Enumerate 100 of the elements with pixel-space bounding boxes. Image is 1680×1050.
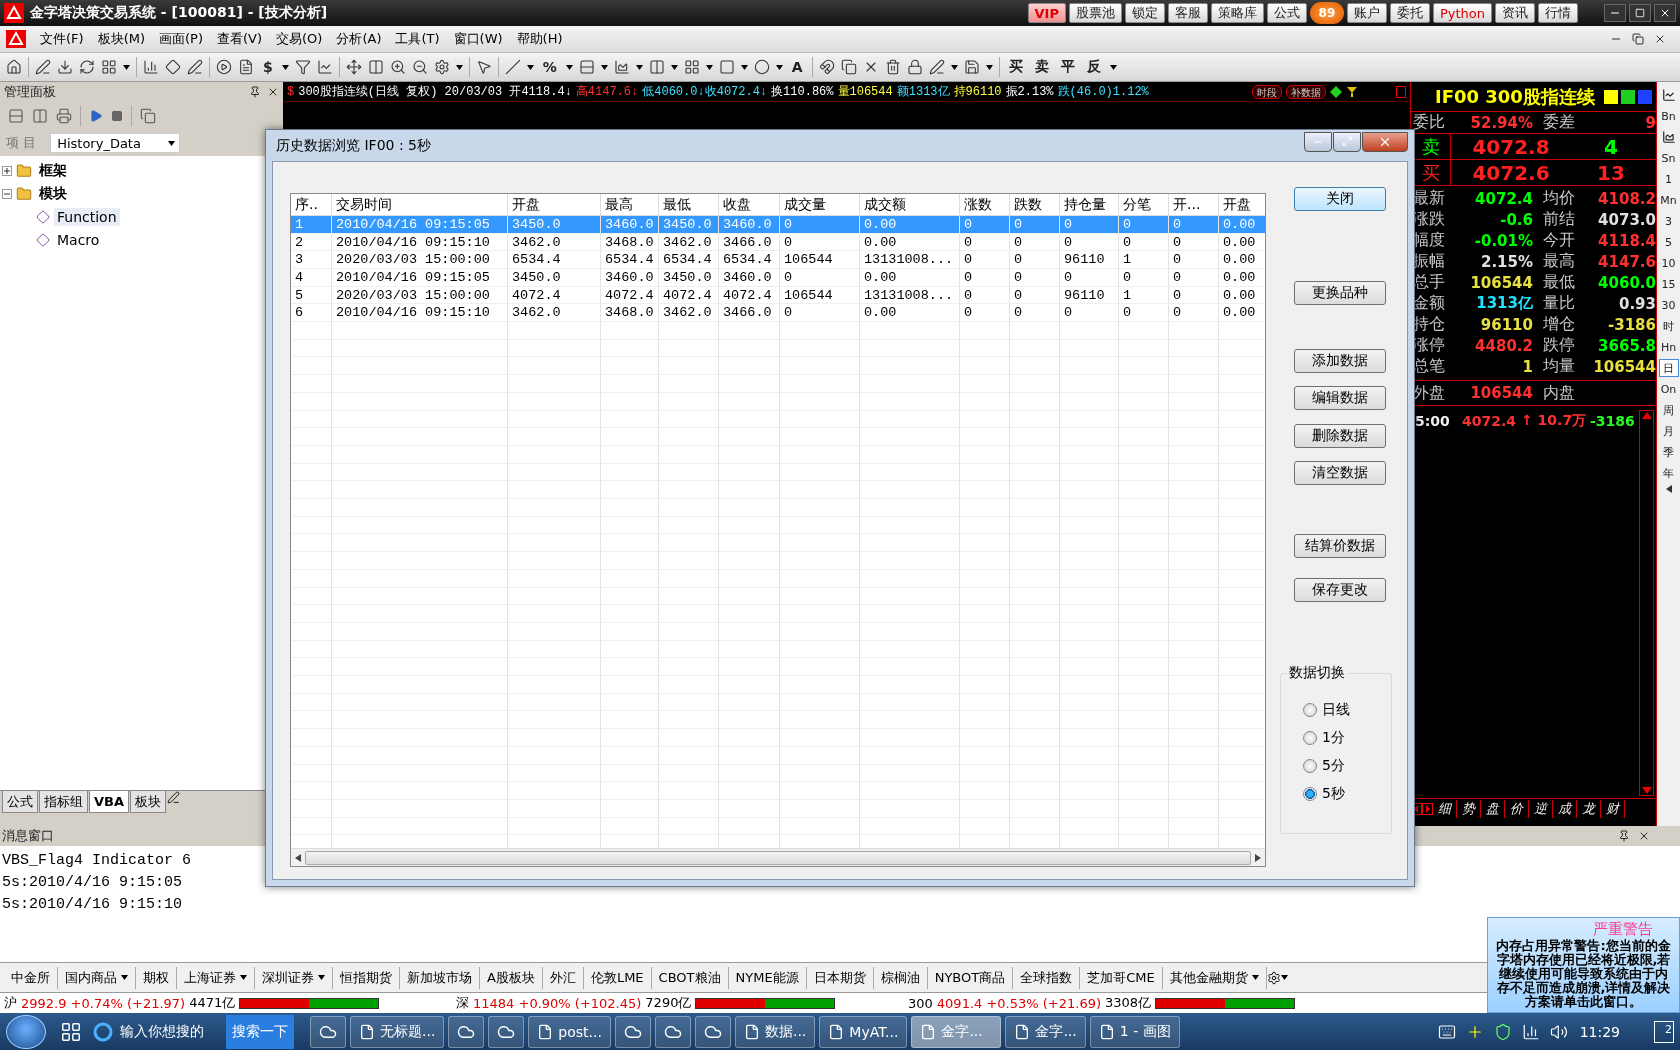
market-tab[interactable]: 日本期货 <box>806 966 874 989</box>
toolbar-button[interactable]: 锁定 <box>1124 3 1165 23</box>
toolbar-button[interactable]: 公式 <box>1266 3 1307 23</box>
radio-icon[interactable] <box>1303 703 1317 717</box>
notification-count[interactable]: 2 <box>1654 1020 1674 1043</box>
caret-icon[interactable] <box>1251 975 1259 980</box>
market-tab[interactable]: CBOT粮油 <box>651 966 729 989</box>
taskbar-app[interactable]: 数据... <box>734 1015 816 1048</box>
period-button[interactable]: 月 <box>1658 422 1679 440</box>
period-button[interactable]: Bn <box>1658 107 1679 125</box>
warning-popup[interactable]: 严重警告 内存占用异常警告:您当前的金字塔内存使用已经将近极限,若继续使用可能导致系统由于内存不足而造成崩溃,详情及解决方案请单击此窗口。 <box>1487 917 1680 1013</box>
taskbar-button[interactable] <box>488 1015 525 1048</box>
caret-icon[interactable] <box>670 64 678 70</box>
dialog-button[interactable]: 保存更改 <box>1294 578 1386 602</box>
menu-item[interactable]: 工具(T) <box>395 30 440 48</box>
period-button[interactable]: On <box>1658 380 1679 398</box>
maximize-button[interactable] <box>1629 4 1651 22</box>
panel-tab[interactable]: 指标组 <box>39 791 88 813</box>
flash-icon[interactable] <box>1621 89 1635 104</box>
scroll-left-icon[interactable] <box>295 853 301 862</box>
period-button[interactable]: 时 <box>1658 317 1679 335</box>
dialog-button[interactable]: 删除数据 <box>1294 424 1386 448</box>
radio-icon[interactable] <box>1303 731 1317 745</box>
settings-icon[interactable] <box>1266 970 1281 985</box>
radio-option[interactable]: 1分 <box>1303 728 1391 748</box>
menu-item[interactable]: 板块(M) <box>97 30 145 48</box>
close-icon[interactable] <box>1654 33 1666 45</box>
menu-item[interactable]: 窗口(W) <box>453 30 503 48</box>
keyboard-icon[interactable] <box>1437 1022 1456 1041</box>
market-tab[interactable]: NYBOT商品 <box>927 966 1014 989</box>
caret-icon[interactable] <box>455 64 463 70</box>
taskbar-button[interactable] <box>694 1015 731 1048</box>
search-button[interactable]: 搜索一下 <box>226 1014 294 1049</box>
refresh-icon[interactable] <box>79 59 95 75</box>
dialog-button[interactable]: 添加数据 <box>1294 349 1386 373</box>
radio-option[interactable]: 5秒 <box>1303 784 1391 804</box>
toolbar-button[interactable]: 客服 <box>1167 3 1208 23</box>
tree-item[interactable]: 模块 <box>36 183 70 204</box>
minimize-button[interactable] <box>1304 131 1332 152</box>
period-button[interactable]: 3 <box>1658 212 1679 230</box>
radio-option[interactable]: 5分 <box>1303 756 1391 776</box>
period-button[interactable]: 周 <box>1658 401 1679 419</box>
quote-tab[interactable]: 盘 <box>1481 799 1505 818</box>
close-button[interactable] <box>1362 131 1408 152</box>
caret-icon[interactable] <box>240 975 247 980</box>
bar-chart-icon[interactable] <box>143 59 159 75</box>
columns-icon[interactable] <box>367 59 384 75</box>
minus-icon[interactable] <box>2 188 12 199</box>
move-icon[interactable] <box>345 59 362 75</box>
currency-button[interactable]: $ <box>260 59 276 75</box>
percent-button[interactable]: % <box>539 59 560 75</box>
scroll-right-icon[interactable] <box>1255 853 1261 862</box>
dialog-button[interactable]: 关闭 <box>1294 187 1386 211</box>
menu-item[interactable]: 分析(A) <box>336 30 382 48</box>
market-tab[interactable]: 外汇 <box>542 966 584 989</box>
trade-button[interactable]: 反 <box>1083 58 1104 76</box>
line-chart-icon[interactable] <box>1661 88 1676 102</box>
toolbar-button[interactable]: 股票池 <box>1068 3 1122 23</box>
print-icon[interactable] <box>56 108 72 124</box>
shield-icon[interactable] <box>1493 1022 1512 1041</box>
toolbar-button[interactable]: Python <box>1432 3 1492 23</box>
pen-icon[interactable] <box>35 59 51 75</box>
caret-icon[interactable] <box>526 64 534 70</box>
menu-item[interactable]: 查看(V) <box>217 30 263 48</box>
color-icon[interactable] <box>928 59 945 75</box>
quote-tab[interactable]: 龙 <box>1577 799 1601 818</box>
trash-icon[interactable] <box>884 59 901 75</box>
caret-icon[interactable] <box>950 64 958 70</box>
pin-icon[interactable] <box>249 86 261 98</box>
columns-icon[interactable] <box>32 108 48 124</box>
volume-icon[interactable] <box>1549 1022 1568 1041</box>
panel-tab[interactable]: 板块 <box>130 791 167 813</box>
scrollbar[interactable] <box>1639 410 1654 796</box>
menu-item[interactable]: 交易(O) <box>276 30 323 48</box>
caret-icon[interactable] <box>985 64 993 70</box>
caret-icon[interactable] <box>740 64 748 70</box>
caret-icon[interactable] <box>565 64 573 70</box>
market-tab[interactable]: 新加坡市场 <box>400 966 480 989</box>
caret-icon[interactable] <box>775 64 783 70</box>
caret-icon[interactable] <box>1280 975 1288 980</box>
panel-tab[interactable]: VBA <box>89 791 130 813</box>
taskbar-button[interactable] <box>448 1015 485 1048</box>
data-select[interactable]: History_Data <box>50 133 181 153</box>
rectangle-icon[interactable] <box>718 59 735 75</box>
caret-icon[interactable] <box>281 64 289 70</box>
diamond-icon[interactable] <box>165 59 181 75</box>
zoom-out-icon[interactable] <box>411 59 428 75</box>
panel-tab[interactable]: 公式 <box>2 791 38 813</box>
quote-tab[interactable]: 势 <box>1457 799 1481 818</box>
scrollbar-thumb[interactable] <box>305 850 1251 865</box>
search-field[interactable]: 输入你想搜的 <box>86 1016 222 1047</box>
dialog-button[interactable]: 结算价数据 <box>1294 534 1386 558</box>
caret-icon[interactable] <box>1109 64 1117 70</box>
maximize-button[interactable] <box>1333 131 1361 152</box>
caret-icon[interactable] <box>123 64 130 70</box>
quote-tab[interactable]: 财 <box>1601 799 1625 818</box>
tree-item[interactable]: 框架 <box>36 160 70 181</box>
tree-item[interactable]: Macro <box>54 230 103 249</box>
close-icon[interactable] <box>267 86 279 98</box>
market-tab[interactable]: 期权 <box>136 966 177 989</box>
